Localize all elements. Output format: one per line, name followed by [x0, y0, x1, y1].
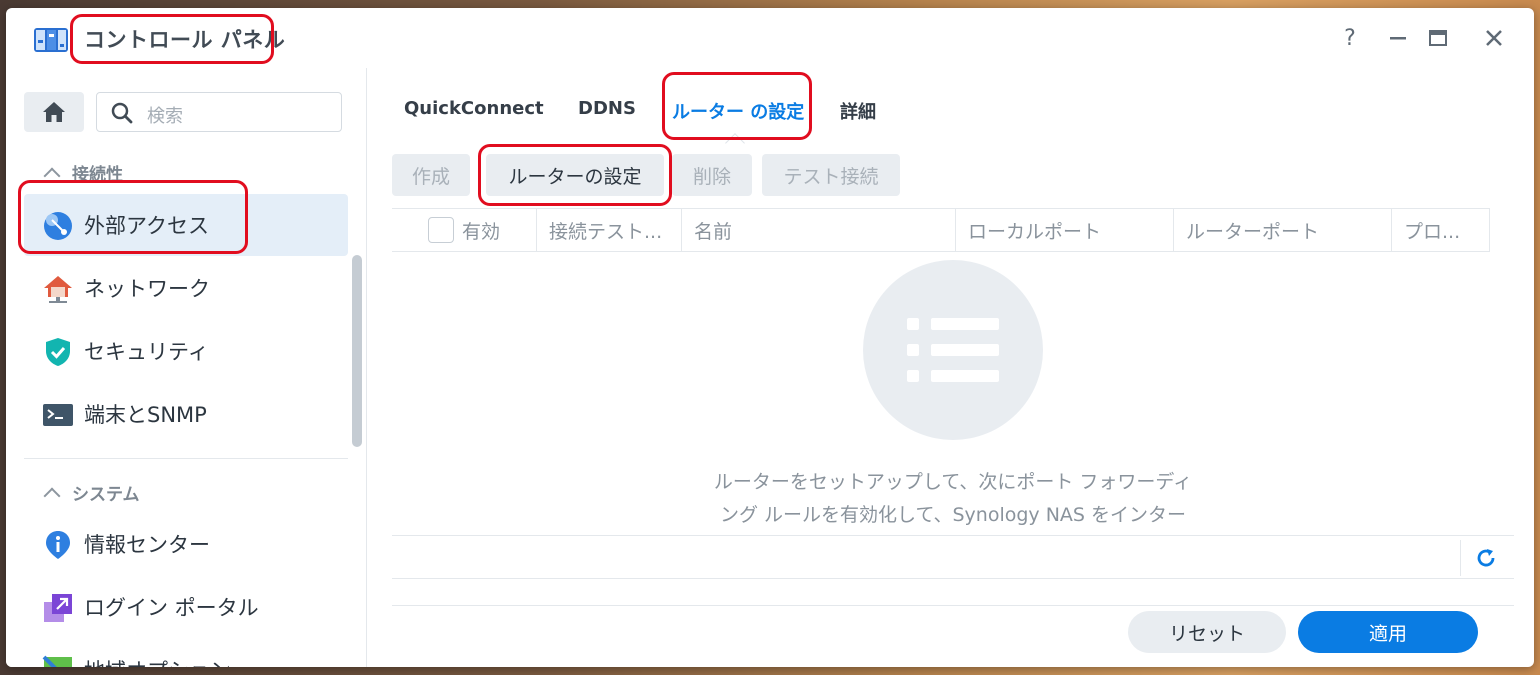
minimize-icon[interactable]	[1384, 24, 1412, 52]
nav-annotation-highlight	[18, 180, 248, 254]
control-panel-app-icon	[34, 28, 68, 52]
pager-top-border	[392, 535, 1514, 536]
maximize-icon[interactable]	[1424, 24, 1452, 52]
column-router-port[interactable]: ルーターポート	[1174, 209, 1392, 251]
delete-button[interactable]: 削除	[672, 154, 752, 196]
table-header: 有効 接続テスト... 名前 ローカルポート ルーターポート プロ...	[392, 208, 1490, 252]
refresh-button[interactable]	[1460, 540, 1510, 576]
sidebar-divider	[24, 458, 348, 459]
tab-annotation-highlight	[662, 72, 812, 140]
refresh-icon	[1477, 549, 1494, 567]
title-annotation-highlight	[70, 14, 274, 64]
tab-ddns[interactable]: DDNS	[578, 98, 636, 119]
sidebar-item-label: 端末とSNMP	[84, 403, 207, 427]
network-icon	[44, 276, 72, 303]
sidebar-scrollbar[interactable]	[352, 255, 362, 447]
chevron-up-icon	[43, 487, 61, 504]
sidebar-item-label: ログイン ポータル	[84, 596, 259, 620]
test-connection-button[interactable]: テスト接続	[762, 154, 900, 196]
section-header-system[interactable]: システム	[43, 480, 140, 505]
list-icon	[907, 318, 999, 382]
tab-quickconnect[interactable]: QuickConnect	[404, 98, 544, 119]
main-panel: QuickConnect DDNS ルーター の設定 詳細 作成 ルーターの設定…	[368, 68, 1534, 667]
sidebar-item-regional-options[interactable]: 地域オプション	[24, 639, 348, 667]
sidebar-item-info-center[interactable]: 情報センター	[24, 513, 348, 575]
column-enabled[interactable]: 有効	[392, 209, 537, 251]
sidebar-item-terminal-snmp[interactable]: 端末とSNMP	[24, 383, 348, 445]
tab-advanced[interactable]: 詳細	[840, 98, 876, 124]
sidebar: 検索 接続性 外部アクセス ネットワーク セキュリティ 端末とSNMP システム…	[6, 68, 367, 667]
sidebar-item-label: セキュリティ	[84, 340, 209, 364]
apply-button[interactable]: 適用	[1298, 611, 1478, 653]
sidebar-item-label: 情報センター	[84, 533, 210, 557]
column-protocol[interactable]: プロ...	[1392, 209, 1490, 251]
footer-divider	[392, 605, 1514, 606]
info-center-icon	[46, 531, 70, 559]
pager-bottom-border	[392, 578, 1514, 579]
sidebar-item-label: 地域オプション	[84, 655, 231, 667]
create-button[interactable]: 作成	[392, 154, 470, 196]
home-button[interactable]	[24, 92, 84, 132]
sidebar-item-login-portal[interactable]: ログイン ポータル	[24, 576, 348, 638]
column-connection-test[interactable]: 接続テスト...	[537, 209, 682, 251]
control-panel-window: コントロール パネル ? 検索 接続性 外部アクセス ネットワーク セキュリティ…	[6, 8, 1534, 667]
empty-state-message: ルーターをセットアップして、次にポート フォワーディ ング ルールを有効化して、…	[713, 471, 1193, 526]
reset-button[interactable]: リセット	[1128, 611, 1286, 653]
close-icon[interactable]	[1480, 24, 1508, 52]
search-input[interactable]: 検索	[96, 92, 342, 132]
search-icon	[111, 102, 133, 124]
regional-options-icon	[42, 655, 72, 667]
login-portal-icon	[44, 594, 72, 622]
security-shield-icon	[46, 338, 70, 366]
terminal-icon	[43, 404, 73, 426]
sidebar-item-security[interactable]: セキュリティ	[24, 320, 348, 382]
column-local-port[interactable]: ローカルポート	[956, 209, 1174, 251]
column-name[interactable]: 名前	[682, 209, 956, 251]
sidebar-item-network[interactable]: ネットワーク	[24, 257, 348, 319]
sidebar-item-label: ネットワーク	[84, 277, 210, 301]
empty-state-illustration	[863, 260, 1043, 440]
title-bar: コントロール パネル ?	[6, 8, 1534, 68]
select-all-checkbox[interactable]	[428, 217, 454, 243]
help-icon[interactable]: ?	[1336, 24, 1364, 52]
search-placeholder: 検索	[147, 106, 183, 127]
home-icon	[43, 102, 65, 122]
button-annotation-highlight	[478, 144, 672, 206]
